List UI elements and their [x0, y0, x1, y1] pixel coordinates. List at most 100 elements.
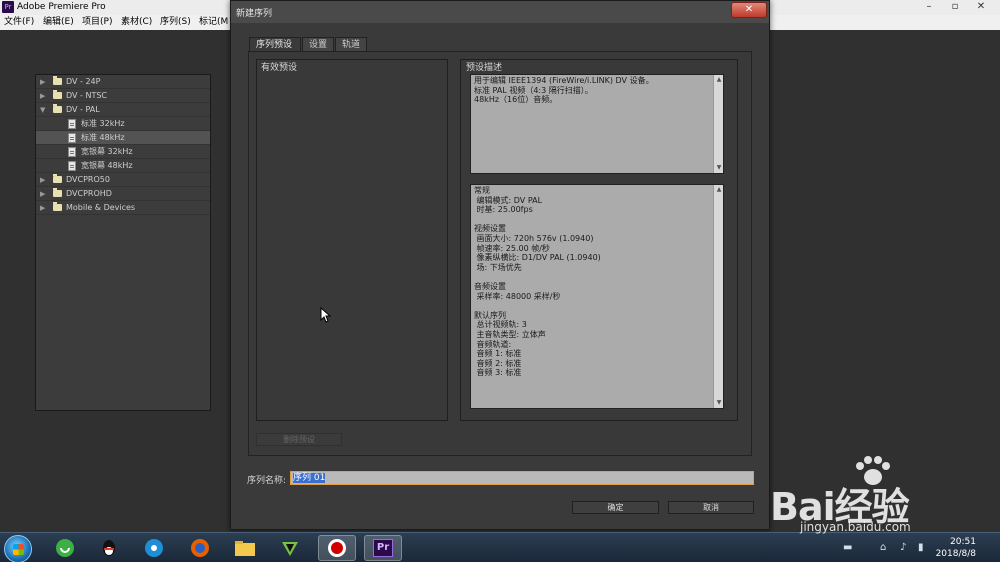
- folder-icon: [53, 76, 62, 85]
- tray-volume-icon[interactable]: ♪: [900, 542, 906, 553]
- description-line: 48kHz（16位）音频。: [474, 95, 558, 105]
- scroll-up-icon[interactable]: ▲: [714, 75, 723, 85]
- tree-item-label: DV - NTSC: [66, 91, 107, 100]
- tree-item-dvcprohd[interactable]: ▶ DVCPROHD: [36, 187, 210, 201]
- preset-file-icon: [68, 133, 76, 143]
- menu-marker[interactable]: 标记(M: [199, 16, 228, 29]
- tree-item-label: DV - PAL: [66, 105, 100, 114]
- scroll-up-icon[interactable]: ▲: [714, 185, 723, 195]
- menu-sequence[interactable]: 序列(S): [160, 16, 191, 29]
- start-button[interactable]: [4, 535, 32, 562]
- details-line: [474, 215, 720, 225]
- tree-item-preset[interactable]: 标准 32kHz: [36, 117, 210, 131]
- preset-description-text: 用于编辑 IEEE1394 (FireWire/i.LINK) DV 设备。 标…: [470, 74, 724, 174]
- clock-date: 2018/8/8: [935, 549, 976, 559]
- taskbar: Pr ▬ ⌂ ♪ ▮ 20:51 2018/8/8: [0, 532, 1000, 562]
- menu-file[interactable]: 文件(F): [4, 16, 34, 29]
- expand-arrow-icon[interactable]: ▶: [40, 173, 45, 187]
- details-line: 时基: 25.00fps: [474, 205, 533, 215]
- scroll-down-icon[interactable]: ▼: [714, 398, 723, 408]
- mouse-cursor-icon: [320, 307, 332, 323]
- app-close-button[interactable]: ✕: [970, 0, 992, 13]
- tree-item-dv-pal[interactable]: ▼ DV - PAL: [36, 103, 210, 117]
- preset-tree: ▶ DV - 24P ▶ DV - NTSC ▼ DV - PAL 标准 32k…: [35, 74, 211, 411]
- dialog-close-button[interactable]: ✕: [731, 2, 767, 18]
- app-minimize-button[interactable]: –: [918, 0, 940, 13]
- taskbar-media-icon[interactable]: [135, 535, 173, 561]
- folder-icon: [53, 188, 62, 197]
- tree-item-dvcpro50[interactable]: ▶ DVCPRO50: [36, 173, 210, 187]
- cancel-button[interactable]: 取消: [668, 501, 754, 514]
- details-line: 采样率: 48000 采样/秒: [474, 291, 561, 301]
- tab-settings[interactable]: 设置: [302, 37, 334, 51]
- taskbar-qq-icon[interactable]: [90, 535, 128, 561]
- baidu-watermark: Bai经验 jingyan.baidu.com: [770, 450, 995, 535]
- tree-item-label: 标准 32kHz: [81, 119, 125, 128]
- dialog-title: 新建序列: [236, 9, 273, 19]
- details-line: 像素纵横比: D1/DV PAL (1.0940): [474, 253, 601, 263]
- preset-file-icon: [68, 161, 76, 171]
- taskbar-app-360-icon[interactable]: [46, 535, 84, 561]
- sequence-name-value: 序列 01: [293, 473, 326, 483]
- details-scrollbar[interactable]: ▲ ▼: [713, 185, 723, 408]
- details-line: [474, 301, 720, 311]
- available-presets-title: 有效预设: [261, 63, 298, 73]
- expand-arrow-icon[interactable]: ▶: [40, 187, 45, 201]
- sequence-name-label: 序列名称:: [247, 476, 287, 486]
- description-scrollbar[interactable]: ▲ ▼: [713, 75, 723, 173]
- sequence-name-input[interactable]: 序列 01: [290, 471, 754, 485]
- menu-edit[interactable]: 编辑(E): [43, 16, 74, 29]
- taskbar-premiere-icon[interactable]: Pr: [364, 535, 402, 561]
- details-line: 默认序列: [474, 310, 506, 320]
- tab-tracks[interactable]: 轨道: [335, 37, 367, 51]
- tree-item-preset[interactable]: 宽银幕 48kHz: [36, 159, 210, 173]
- tray-network-icon[interactable]: ⌂: [880, 542, 886, 553]
- preset-details-text: 常规 编辑模式: DV PAL 时基: 25.00fps 视频设置 画面大小: 7…: [470, 184, 724, 409]
- folder-open-icon: [53, 104, 62, 113]
- folder-icon: [53, 90, 62, 99]
- tree-item-dv-24p[interactable]: ▶ DV - 24P: [36, 75, 210, 89]
- details-line: 音频 1: 标准: [474, 349, 522, 359]
- tree-item-label: Mobile & Devices: [66, 203, 136, 212]
- tray-keyboard-icon[interactable]: ▬: [843, 542, 852, 553]
- delete-preset-button[interactable]: 删除预设: [256, 433, 342, 446]
- details-line: 编辑模式: DV PAL: [474, 195, 543, 205]
- taskbar-clock[interactable]: 20:51 2018/8/8: [936, 536, 976, 560]
- tree-item-label: 标准 48kHz: [81, 133, 125, 142]
- tree-item-label: DVCPROHD: [66, 189, 112, 198]
- scroll-down-icon[interactable]: ▼: [714, 163, 723, 173]
- dialog-titlebar: 新建序列 ✕: [231, 1, 769, 23]
- tree-item-dv-ntsc[interactable]: ▶ DV - NTSC: [36, 89, 210, 103]
- preset-file-icon: [68, 147, 76, 157]
- details-line: 常规: [474, 186, 490, 195]
- menu-clip[interactable]: 素材(C): [121, 16, 152, 29]
- tray-signal-icon[interactable]: ▮: [918, 542, 924, 553]
- taskbar-firefox-icon[interactable]: [181, 535, 219, 561]
- details-line: [474, 272, 720, 282]
- available-presets-group: [256, 59, 448, 421]
- expand-arrow-icon[interactable]: ▶: [40, 201, 45, 215]
- taskbar-recorder-icon[interactable]: [318, 535, 356, 561]
- details-line: 帧速率: 25.00 帧/秒: [474, 243, 550, 253]
- tab-sequence-presets[interactable]: 序列预设: [249, 37, 301, 51]
- app-maximize-button[interactable]: ▫: [944, 0, 966, 13]
- details-line: 音频 2: 标准: [474, 358, 522, 368]
- tree-item-mobile-devices[interactable]: ▶ Mobile & Devices: [36, 201, 210, 215]
- taskbar-app-icon[interactable]: [271, 535, 309, 561]
- details-line: 音频设置: [474, 281, 506, 291]
- ok-button[interactable]: 确定: [572, 501, 659, 514]
- menu-project[interactable]: 项目(P): [82, 16, 112, 29]
- collapse-arrow-icon[interactable]: ▼: [40, 103, 45, 117]
- premiere-logo-icon: Pr: [2, 1, 14, 13]
- tree-item-preset-selected[interactable]: 标准 48kHz: [36, 131, 210, 145]
- premiere-taskbar-label: Pr: [373, 539, 393, 557]
- tree-item-preset[interactable]: 宽银幕 32kHz: [36, 145, 210, 159]
- expand-arrow-icon[interactable]: ▶: [40, 75, 45, 89]
- folder-icon: [53, 174, 62, 183]
- taskbar-explorer-icon[interactable]: [226, 535, 264, 561]
- app-title: Adobe Premiere Pro: [17, 2, 106, 12]
- details-line: 场: 下场优先: [474, 262, 522, 272]
- preset-file-icon: [68, 119, 76, 129]
- details-line: 主音轨类型: 立体声: [474, 329, 546, 339]
- expand-arrow-icon[interactable]: ▶: [40, 89, 45, 103]
